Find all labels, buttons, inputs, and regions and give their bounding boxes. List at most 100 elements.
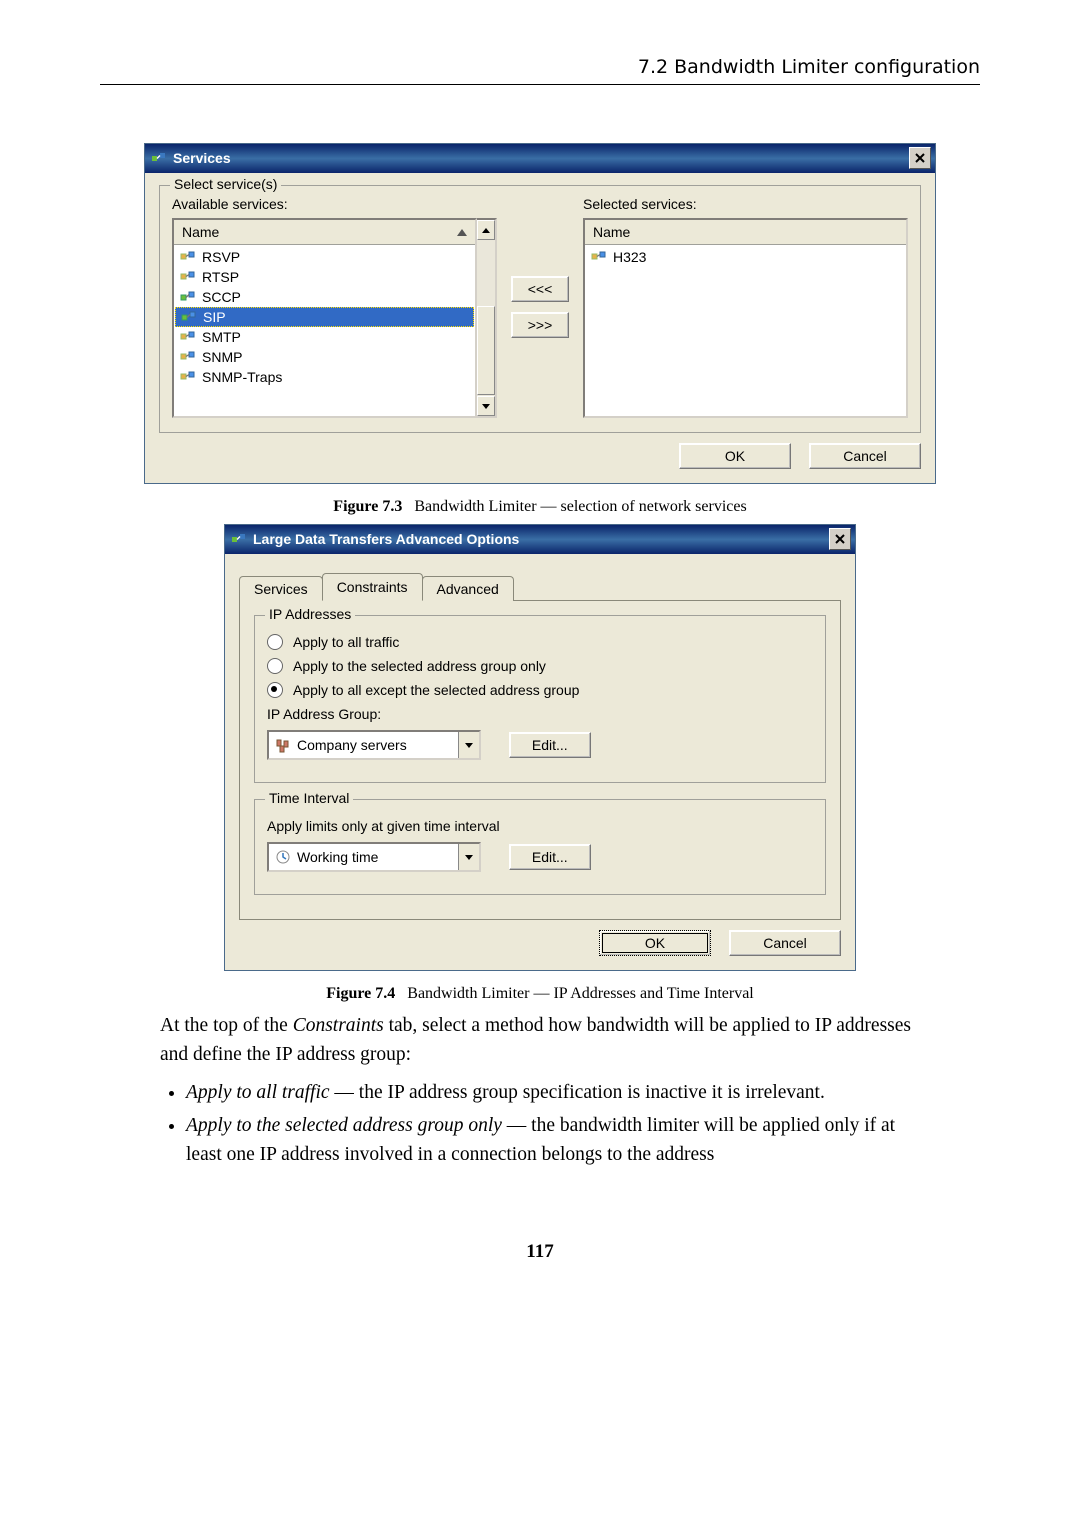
list-item[interactable]: SIP — [175, 307, 474, 327]
list-item[interactable]: SNMP-Traps — [174, 367, 475, 387]
figure-7-3-caption: Figure 7.3 Bandwidth Limiter — selection… — [100, 498, 980, 516]
tab-constraints-label: Constraints — [337, 579, 408, 595]
combo-dropdown-button[interactable] — [458, 732, 479, 758]
header-text: 7.2 Bandwidth Limiter configuration — [638, 56, 980, 78]
cancel-button[interactable]: Cancel — [809, 443, 921, 469]
tab-panel: IP Addresses Apply to all traffic Apply … — [239, 600, 841, 920]
available-label: Available services: — [172, 196, 497, 212]
radio-all-traffic[interactable] — [267, 634, 283, 650]
radio-selected-group[interactable] — [267, 658, 283, 674]
time-interval-fieldset: Time Interval Apply limits only at given… — [254, 799, 826, 895]
list-item-label: SNMP-Traps — [202, 369, 282, 385]
ok-button[interactable]: OK — [679, 443, 791, 469]
list-item[interactable]: RTSP — [174, 267, 475, 287]
list-item[interactable]: RSVP — [174, 247, 475, 267]
list-item[interactable]: SCCP — [174, 287, 475, 307]
services-dialog: Services Select service(s) Available ser… — [144, 143, 936, 484]
fig73-caption-text: Bandwidth Limiter — selection of network… — [414, 498, 746, 515]
time-value: Working time — [297, 849, 378, 865]
tab-services-label: Services — [254, 581, 308, 597]
ok-button-2[interactable]: OK — [599, 930, 711, 956]
ok-button-label: OK — [725, 448, 745, 464]
ip-group-combo[interactable]: Company servers — [267, 730, 481, 760]
titlebar-2: Large Data Transfers Advanced Options — [225, 525, 855, 554]
selected-label: Selected services: — [583, 196, 908, 212]
time-desc-row: Apply limits only at given time interval — [267, 818, 813, 834]
advanced-options-dialog: Large Data Transfers Advanced Options Se… — [224, 524, 856, 971]
add-button-label: <<< — [528, 281, 553, 297]
list-item[interactable]: SNMP — [174, 347, 475, 367]
tab-advanced-label: Advanced — [437, 581, 499, 597]
edit-ip-button-label: Edit... — [532, 737, 568, 753]
cancel-button-2[interactable]: Cancel — [729, 930, 841, 956]
list-item-label: SIP — [203, 309, 226, 325]
list-header-left[interactable]: Name — [174, 220, 475, 245]
list-item-label: RSVP — [202, 249, 240, 265]
bullet-2: Apply to the selected address group only… — [186, 1111, 920, 1170]
ip-group-label-row: IP Address Group: — [267, 706, 813, 722]
scroll-down-button[interactable] — [477, 396, 495, 416]
scrollbar[interactable] — [477, 218, 497, 418]
dialog-title: Services — [173, 150, 231, 166]
service-icon — [180, 349, 196, 365]
radio-except-group-row[interactable]: Apply to all except the selected address… — [267, 682, 813, 698]
app-icon — [151, 150, 167, 166]
tab-constraints[interactable]: Constraints — [322, 573, 423, 601]
service-icon — [180, 249, 196, 265]
ip-group-label: IP Address Group: — [267, 706, 381, 722]
cancel-button-label: Cancel — [843, 448, 887, 464]
select-services-fieldset: Select service(s) Available services: Na… — [159, 185, 921, 433]
radio-all-traffic-label: Apply to all traffic — [293, 634, 399, 650]
list-item-label: H323 — [613, 249, 646, 265]
edit-time-button[interactable]: Edit... — [509, 844, 591, 870]
sort-asc-icon — [457, 229, 467, 236]
tab-advanced[interactable]: Advanced — [422, 576, 514, 601]
service-icon — [181, 309, 197, 325]
time-desc: Apply limits only at given time interval — [267, 818, 500, 834]
service-icon — [591, 249, 607, 265]
add-button[interactable]: <<< — [511, 276, 569, 302]
list-item-label: SMTP — [202, 329, 241, 345]
fig74-caption-bold: Figure 7.4 — [326, 985, 395, 1002]
radio-selected-group-label: Apply to the selected address group only — [293, 658, 546, 674]
list-item[interactable]: H323 — [585, 247, 906, 267]
col-header-left: Name — [182, 224, 219, 240]
ip-addresses-fieldset: IP Addresses Apply to all traffic Apply … — [254, 615, 826, 783]
figure-7-4-caption: Figure 7.4 Bandwidth Limiter — IP Addres… — [100, 985, 980, 1003]
tab-services[interactable]: Services — [239, 576, 323, 601]
edit-ip-button[interactable]: Edit... — [509, 732, 591, 758]
selected-listbox[interactable]: Name H323 — [583, 218, 908, 418]
bullet-1-italic: Apply to all traffic — [186, 1082, 330, 1103]
titlebar: Services — [145, 144, 935, 173]
radio-all-traffic-row[interactable]: Apply to all traffic — [267, 634, 813, 650]
time-combo[interactable]: Working time — [267, 842, 481, 872]
available-listbox[interactable]: Name RSVP RTSP SCCP SIP SMTP SNMP SNMP-Traps — [172, 218, 477, 418]
close-button[interactable] — [909, 147, 931, 169]
close-button-2[interactable] — [829, 528, 851, 550]
scroll-up-button[interactable] — [477, 220, 495, 240]
bullet-2-italic: Apply to the selected address group only — [186, 1115, 502, 1136]
list-header-right[interactable]: Name — [585, 220, 906, 245]
radio-selected-group-row[interactable]: Apply to the selected address group only — [267, 658, 813, 674]
service-icon — [180, 329, 196, 345]
col-header-right: Name — [593, 224, 630, 240]
app-icon-2 — [231, 531, 247, 547]
list-item-label: SCCP — [202, 289, 241, 305]
radio-except-group[interactable] — [267, 682, 283, 698]
scroll-thumb[interactable] — [477, 306, 495, 395]
clock-icon — [275, 849, 291, 865]
dialog-title-2: Large Data Transfers Advanced Options — [253, 531, 519, 547]
ip-legend: IP Addresses — [265, 606, 355, 622]
combo-dropdown-button-2[interactable] — [458, 844, 479, 870]
list-item[interactable]: SMTP — [174, 327, 475, 347]
body-paragraph: At the top of the Constraints tab, selec… — [160, 1011, 920, 1070]
scroll-track[interactable] — [477, 240, 495, 396]
fig73-caption-bold: Figure 7.3 — [333, 498, 402, 515]
radio-except-group-label: Apply to all except the selected address… — [293, 682, 579, 698]
service-icon — [180, 369, 196, 385]
bullet-1: Apply to all traffic — the IP address gr… — [186, 1078, 920, 1107]
list-item-label: RTSP — [202, 269, 239, 285]
ip-group-value: Company servers — [297, 737, 407, 753]
remove-button[interactable]: >>> — [511, 312, 569, 338]
list-item-label: SNMP — [202, 349, 242, 365]
